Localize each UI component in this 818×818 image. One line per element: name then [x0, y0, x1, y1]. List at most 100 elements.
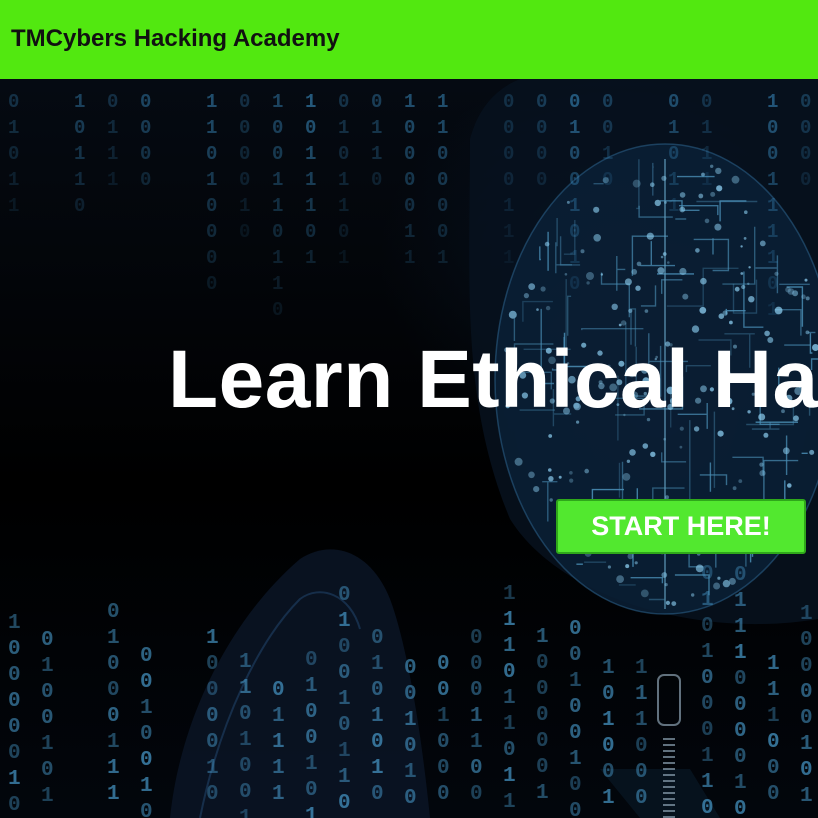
- svg-text:1: 1: [536, 626, 549, 649]
- svg-text:0: 0: [800, 143, 811, 165]
- svg-text:1: 1: [569, 117, 580, 139]
- svg-text:0: 0: [272, 679, 285, 702]
- svg-text:0: 0: [305, 649, 318, 672]
- svg-text:0: 0: [635, 735, 648, 758]
- svg-text:0: 0: [272, 143, 283, 165]
- svg-text:0: 0: [305, 727, 318, 750]
- svg-text:1: 1: [701, 589, 714, 612]
- svg-text:0: 0: [338, 584, 351, 607]
- svg-text:0: 0: [8, 690, 21, 713]
- svg-text:1: 1: [701, 745, 714, 768]
- svg-text:1: 1: [107, 169, 118, 191]
- svg-text:1: 1: [338, 610, 351, 633]
- svg-text:0: 0: [107, 705, 120, 728]
- svg-text:0: 0: [437, 731, 450, 754]
- svg-text:0: 0: [338, 636, 351, 659]
- svg-text:0: 0: [767, 783, 780, 806]
- svg-text:0: 0: [635, 787, 648, 810]
- svg-text:0: 0: [41, 681, 54, 704]
- svg-text:1: 1: [206, 757, 219, 780]
- svg-text:0: 0: [437, 143, 448, 165]
- svg-text:1: 1: [437, 247, 448, 269]
- svg-text:1: 1: [338, 195, 349, 217]
- start-here-button[interactable]: START HERE!: [556, 499, 806, 554]
- svg-text:0: 0: [569, 618, 582, 641]
- svg-text:0: 0: [41, 629, 54, 652]
- svg-text:0: 0: [206, 195, 217, 217]
- svg-text:0: 0: [668, 91, 679, 113]
- svg-text:1: 1: [767, 169, 778, 191]
- svg-text:1: 1: [305, 91, 316, 113]
- svg-text:0: 0: [569, 221, 580, 243]
- svg-text:1: 1: [305, 169, 316, 191]
- svg-text:0: 0: [8, 794, 21, 817]
- svg-text:1: 1: [206, 91, 217, 113]
- svg-text:1: 1: [437, 705, 450, 728]
- svg-text:0: 0: [536, 91, 547, 113]
- svg-text:0: 0: [536, 143, 547, 165]
- svg-text:1: 1: [503, 247, 514, 269]
- svg-text:1: 1: [767, 299, 778, 321]
- svg-text:0: 0: [470, 627, 483, 650]
- svg-text:0: 0: [602, 761, 615, 784]
- svg-text:0: 0: [701, 667, 714, 690]
- svg-text:1: 1: [767, 705, 780, 728]
- site-brand[interactable]: TMCybers Hacking Academy: [11, 25, 340, 53]
- svg-text:0: 0: [503, 143, 514, 165]
- svg-text:0: 0: [767, 731, 780, 754]
- svg-text:0: 0: [602, 735, 615, 758]
- svg-text:1: 1: [272, 757, 285, 780]
- svg-text:1: 1: [503, 765, 516, 788]
- svg-text:1: 1: [569, 195, 580, 217]
- svg-text:0: 0: [800, 655, 813, 678]
- svg-text:0: 0: [272, 221, 283, 243]
- svg-text:1: 1: [371, 653, 384, 676]
- svg-text:1: 1: [305, 195, 316, 217]
- svg-text:1: 1: [140, 697, 153, 720]
- svg-text:0: 0: [404, 195, 415, 217]
- svg-text:1: 1: [371, 143, 382, 165]
- svg-text:0: 0: [602, 117, 613, 139]
- svg-text:1: 1: [272, 169, 283, 191]
- svg-text:1: 1: [239, 807, 252, 818]
- svg-text:0: 0: [8, 638, 21, 661]
- svg-text:0: 0: [437, 679, 450, 702]
- svg-text:0: 0: [635, 761, 648, 784]
- svg-text:0: 0: [536, 678, 549, 701]
- svg-text:0: 0: [734, 694, 747, 717]
- svg-text:0: 0: [536, 652, 549, 675]
- hero-headline: Learn Ethical Hacking: [168, 334, 818, 425]
- svg-text:1: 1: [602, 143, 613, 165]
- svg-text:0: 0: [536, 730, 549, 753]
- svg-text:1: 1: [338, 247, 349, 269]
- svg-text:1: 1: [800, 785, 813, 808]
- svg-text:0: 0: [767, 143, 778, 165]
- svg-text:1: 1: [338, 740, 351, 763]
- svg-text:0: 0: [8, 91, 19, 113]
- svg-text:0: 0: [569, 774, 582, 797]
- svg-text:1: 1: [8, 195, 19, 217]
- svg-text:0: 0: [371, 169, 382, 191]
- svg-text:0: 0: [74, 117, 85, 139]
- svg-text:1: 1: [503, 635, 516, 658]
- svg-text:0: 0: [371, 679, 384, 702]
- svg-text:1: 1: [371, 117, 382, 139]
- svg-text:0: 0: [140, 117, 151, 139]
- svg-text:1: 1: [371, 757, 384, 780]
- svg-text:1: 1: [206, 169, 217, 191]
- svg-text:0: 0: [734, 720, 747, 743]
- svg-text:1: 1: [272, 91, 283, 113]
- svg-text:0: 0: [272, 299, 283, 321]
- svg-text:0: 0: [404, 657, 417, 680]
- svg-text:1: 1: [140, 775, 153, 798]
- svg-text:0: 0: [8, 716, 21, 739]
- svg-text:1: 1: [569, 748, 582, 771]
- svg-text:1: 1: [503, 791, 516, 814]
- svg-text:0: 0: [437, 169, 448, 191]
- svg-text:0: 0: [767, 757, 780, 780]
- svg-text:1: 1: [41, 785, 54, 808]
- svg-text:1: 1: [503, 195, 514, 217]
- svg-text:0: 0: [239, 703, 252, 726]
- svg-text:0: 0: [569, 800, 582, 818]
- svg-text:0: 0: [734, 798, 747, 818]
